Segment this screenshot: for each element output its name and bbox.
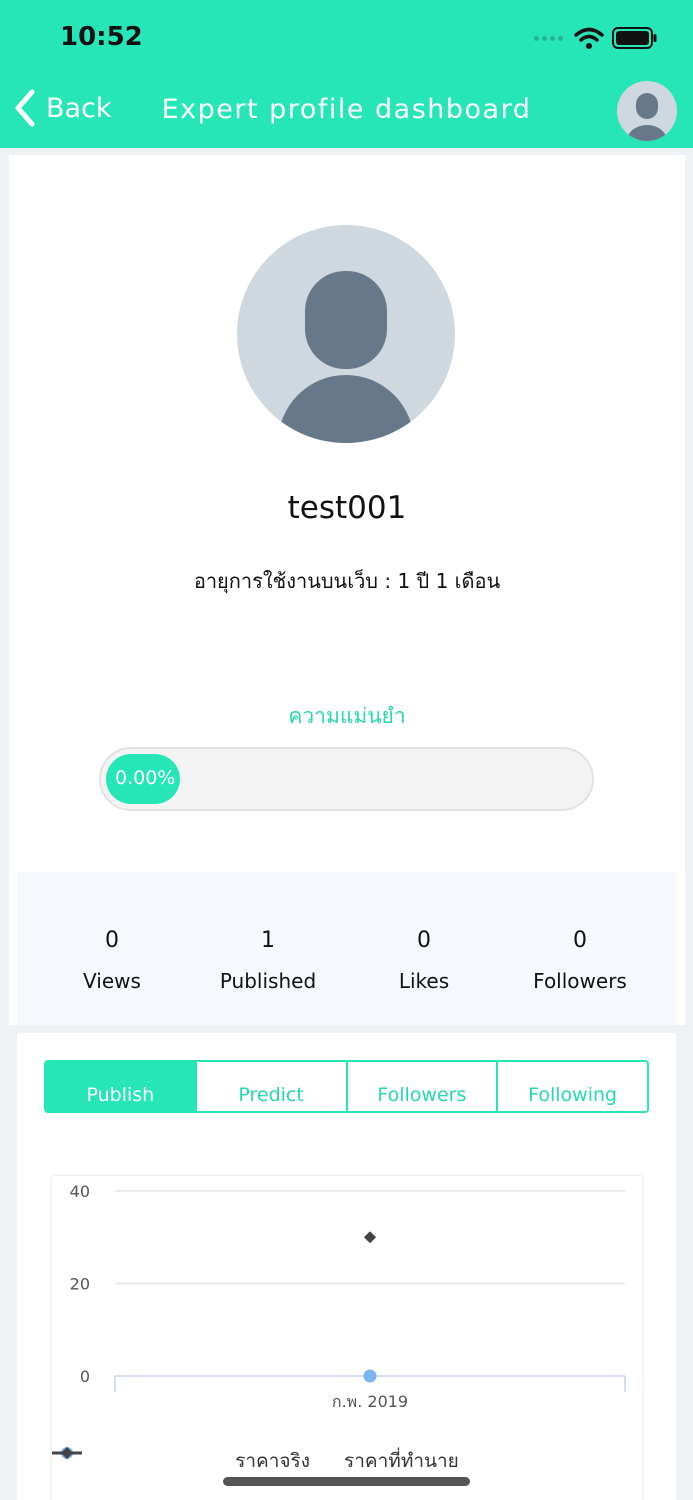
usage-age: อายุการใช้งานบนเว็บ : 1 ปี 1 เดือน (193, 569, 501, 593)
stat-value: 0 (417, 928, 431, 953)
stat-label: Likes (398, 969, 450, 993)
data-point-actual (363, 1369, 377, 1383)
y-tick-label: 0 (80, 1367, 90, 1386)
profile-avatar (237, 225, 455, 443)
stat-label: Published (219, 969, 317, 993)
status-time: 10:52 (60, 22, 143, 52)
user-avatar-button[interactable] (617, 81, 677, 141)
y-tick-label: 40 (70, 1182, 90, 1201)
y-tick-label: 20 (70, 1275, 90, 1294)
home-indicator (223, 1477, 470, 1486)
chart-legend: ราคาจริง ราคาที่ทำนาย (52, 1446, 642, 1476)
chart-plot: 0 20 40 ก.พ. 2019 (70, 1182, 626, 1411)
stats-panel: 0 Views 1 Published 0 Likes 0 Followers (17, 872, 676, 1025)
stat-views: 0 Views (32, 928, 192, 993)
stat-value: 0 (105, 928, 119, 953)
legend-item-predicted[interactable]: ราคาที่ทำนาย (52, 1446, 459, 1476)
signal-icon (534, 36, 563, 41)
accuracy-progress-bar: 0.00% (99, 747, 594, 811)
activity-card: Publish Predict Followers Following 0 20 4… (17, 1033, 676, 1500)
tab-bar: Publish Predict Followers Following (44, 1060, 649, 1113)
stat-value: 0 (573, 928, 587, 953)
stat-followers: 0 Followers (500, 928, 660, 993)
avatar-icon (278, 271, 414, 443)
diamond-marker-icon (52, 1447, 82, 1459)
legend-label: ราคาจริง (235, 1450, 311, 1472)
data-point-predicted (364, 1231, 376, 1244)
tab-predict[interactable]: Predict (194, 1062, 346, 1111)
tab-publish[interactable]: Publish (46, 1062, 195, 1111)
stat-label: Followers (533, 969, 627, 993)
stat-value: 1 (261, 928, 275, 953)
accuracy-value: 0.00% (115, 767, 176, 789)
wifi-icon (574, 27, 604, 49)
price-chart: 0 20 40 ก.พ. 2019 ราคาจริง ราคาที่ทำนาย (52, 1176, 642, 1500)
tab-following[interactable]: Following (496, 1062, 647, 1111)
accuracy-label: ความแม่นยำ (288, 704, 406, 728)
x-tick-label: ก.พ. 2019 (332, 1392, 408, 1411)
tab-followers[interactable]: Followers (345, 1062, 497, 1111)
stat-label: Views (83, 969, 141, 993)
page-title: Expert profile dashboard (161, 94, 532, 125)
nav-header: 10:52 Back Expert profile dashboard (0, 0, 693, 148)
legend-item-actual[interactable]: ราคาจริง (52, 1446, 311, 1476)
stat-likes: 0 Likes (344, 928, 504, 993)
legend-label: ราคาที่ทำนาย (344, 1450, 459, 1472)
battery-icon (612, 27, 657, 49)
avatar-icon (627, 93, 667, 141)
username: test001 (287, 490, 407, 526)
stat-published: 1 Published (188, 928, 348, 993)
